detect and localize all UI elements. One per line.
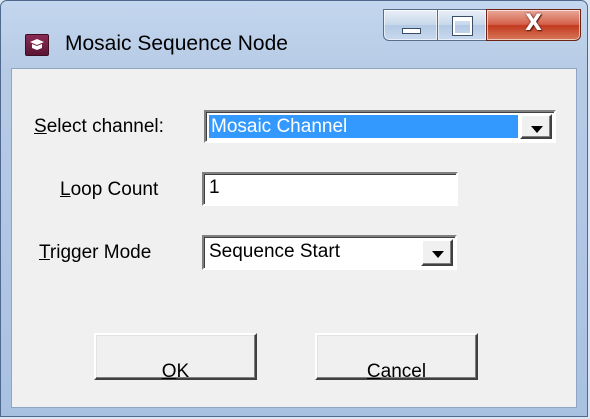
select-channel-label: Select channel: (34, 116, 164, 137)
dialog-body: Select channel: Mosaic Channel Loop Coun… (11, 68, 577, 408)
chevron-down-icon (432, 251, 444, 258)
trigger-mode-select-value: Sequence Start (209, 241, 340, 262)
maximize-button[interactable] (437, 9, 487, 41)
channel-select[interactable]: Mosaic Channel (204, 110, 556, 143)
ok-button[interactable]: OK (94, 333, 257, 382)
window-title: Mosaic Sequence Node (65, 32, 288, 55)
channel-dropdown-button[interactable] (520, 114, 552, 139)
minimize-icon (402, 28, 421, 34)
close-button[interactable]: X (486, 9, 581, 41)
title-bar[interactable]: Mosaic Sequence Node X (1, 1, 589, 67)
maximize-icon (452, 16, 473, 36)
chevron-down-icon (531, 126, 543, 133)
minimize-button[interactable] (383, 9, 438, 41)
cancel-button[interactable]: Cancel (315, 333, 478, 382)
channel-select-value: Mosaic Channel (209, 115, 518, 138)
cancel-button-label: Cancel (366, 361, 427, 382)
loop-count-label: Loop Count (60, 179, 159, 200)
trigger-mode-label: Trigger Mode (39, 242, 152, 263)
loop-count-input[interactable]: 1 (202, 172, 458, 206)
ok-button-label: OK (161, 361, 190, 382)
dialog-window: Mosaic Sequence Node X Select channel: M… (0, 0, 588, 417)
trigger-mode-dropdown-button[interactable] (421, 239, 453, 266)
trigger-mode-select[interactable]: Sequence Start (202, 235, 457, 270)
close-icon: X (525, 11, 542, 36)
app-icon[interactable] (25, 34, 49, 56)
